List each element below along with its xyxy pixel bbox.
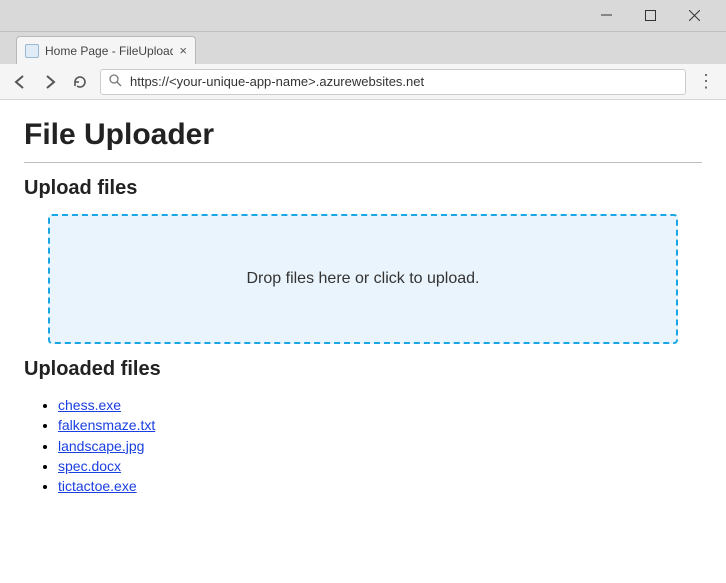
file-link[interactable]: tictactoe.exe xyxy=(58,478,137,494)
dropzone[interactable]: Drop files here or click to upload. xyxy=(48,214,678,344)
list-item: spec.docx xyxy=(58,456,702,476)
minimize-button[interactable] xyxy=(584,1,628,31)
window-controls xyxy=(0,0,726,32)
maximize-button[interactable] xyxy=(628,1,672,31)
back-button[interactable] xyxy=(10,72,30,92)
forward-button[interactable] xyxy=(40,72,60,92)
file-link[interactable]: spec.docx xyxy=(58,458,121,474)
reload-button[interactable] xyxy=(70,72,90,92)
page-content: File Uploader Upload files Drop files he… xyxy=(0,100,726,520)
divider xyxy=(24,162,702,163)
file-link[interactable]: landscape.jpg xyxy=(58,438,144,454)
tab-close-icon[interactable]: × xyxy=(179,43,187,58)
file-link[interactable]: chess.exe xyxy=(58,397,121,413)
list-item: falkensmaze.txt xyxy=(58,415,702,435)
page-title: File Uploader xyxy=(24,118,702,152)
browser-toolbar: https://<your-unique-app-name>.azurewebs… xyxy=(0,64,726,100)
uploaded-heading: Uploaded files xyxy=(24,358,702,381)
browser-tab[interactable]: Home Page - FileUploade × xyxy=(16,36,196,64)
list-item: landscape.jpg xyxy=(58,436,702,456)
address-bar[interactable]: https://<your-unique-app-name>.azurewebs… xyxy=(100,69,686,95)
dropzone-text: Drop files here or click to upload. xyxy=(247,270,480,288)
close-button[interactable] xyxy=(672,1,716,31)
list-item: tictactoe.exe xyxy=(58,476,702,496)
favicon-icon xyxy=(25,44,39,58)
search-icon xyxy=(109,74,122,90)
list-item: chess.exe xyxy=(58,395,702,415)
uploaded-files-list: chess.exe falkensmaze.txt landscape.jpg … xyxy=(30,395,702,496)
upload-heading: Upload files xyxy=(24,177,702,200)
browser-tabbar: Home Page - FileUploade × xyxy=(0,32,726,64)
file-link[interactable]: falkensmaze.txt xyxy=(58,417,155,433)
address-text: https://<your-unique-app-name>.azurewebs… xyxy=(130,74,424,89)
tab-title: Home Page - FileUploade xyxy=(45,44,173,58)
browser-menu-button[interactable]: ⋮ xyxy=(696,71,716,92)
